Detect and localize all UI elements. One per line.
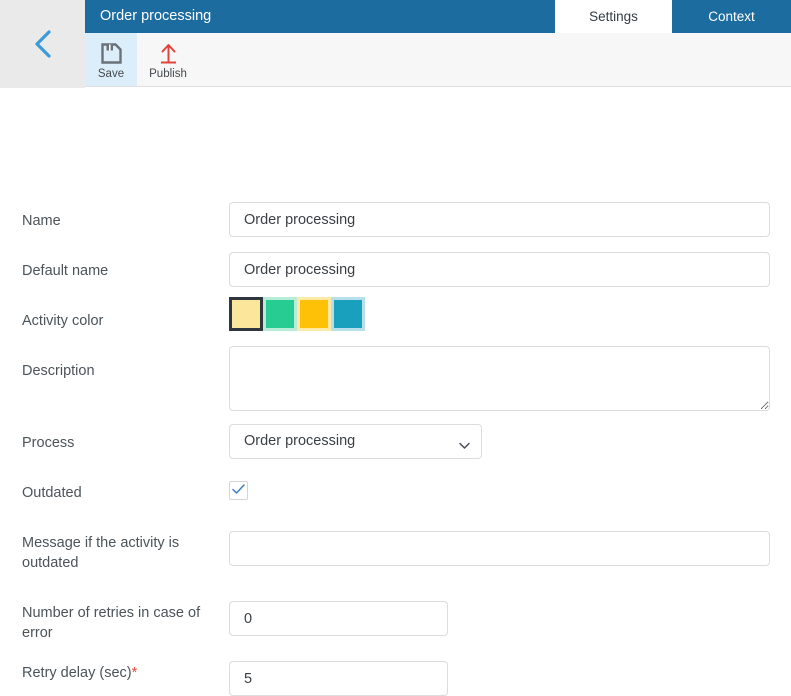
retry-delay-label: Retry delay (sec)*: [22, 663, 217, 683]
activity-color-label: Activity color: [22, 313, 104, 329]
outdated-message-input[interactable]: [229, 531, 770, 566]
process-label: Process: [22, 435, 75, 451]
toolbar: Save Publish: [85, 33, 791, 87]
process-select-value[interactable]: Order processing: [229, 424, 482, 459]
name-input[interactable]: [229, 202, 770, 237]
outdated-label: Outdated: [22, 485, 82, 501]
tab-context[interactable]: Context: [672, 0, 791, 33]
color-swatch-cream[interactable]: [229, 297, 263, 331]
name-label: Name: [22, 213, 61, 229]
outdated-checkbox[interactable]: [229, 481, 248, 500]
required-asterisk: *: [131, 665, 138, 681]
color-swatch-amber[interactable]: [297, 297, 331, 331]
floppy-disk-icon: [100, 40, 122, 64]
back-button[interactable]: [0, 0, 85, 88]
default-name-label: Default name: [22, 263, 109, 279]
outdated-message-label: Message if the activity is outdated: [22, 535, 180, 571]
check-icon: [232, 482, 245, 500]
retries-input[interactable]: [229, 601, 448, 636]
tab-settings[interactable]: Settings: [555, 0, 672, 33]
description-textarea[interactable]: [229, 346, 770, 411]
process-select[interactable]: Order processing: [229, 424, 482, 459]
save-button[interactable]: Save: [85, 33, 137, 86]
page-title: Order processing: [100, 8, 212, 24]
app-header: Order processing Settings Context Save P…: [0, 0, 791, 88]
retry-delay-input[interactable]: [229, 661, 448, 696]
description-label: Description: [22, 363, 95, 379]
color-swatch-teal[interactable]: [331, 297, 365, 331]
default-name-input[interactable]: [229, 252, 770, 287]
retries-label: Number of retries in case of error: [22, 605, 201, 641]
activity-color-swatches: [229, 297, 365, 331]
title-bar: Order processing Settings Context: [85, 0, 791, 33]
color-swatch-green[interactable]: [263, 297, 297, 331]
retry-delay-label-text: Retry delay (sec): [22, 665, 132, 681]
publish-label: Publish: [149, 67, 187, 80]
save-label: Save: [97, 67, 125, 80]
publish-button[interactable]: Publish: [137, 33, 199, 86]
upload-arrow-icon: [158, 40, 179, 64]
chevron-left-icon: [30, 27, 56, 61]
